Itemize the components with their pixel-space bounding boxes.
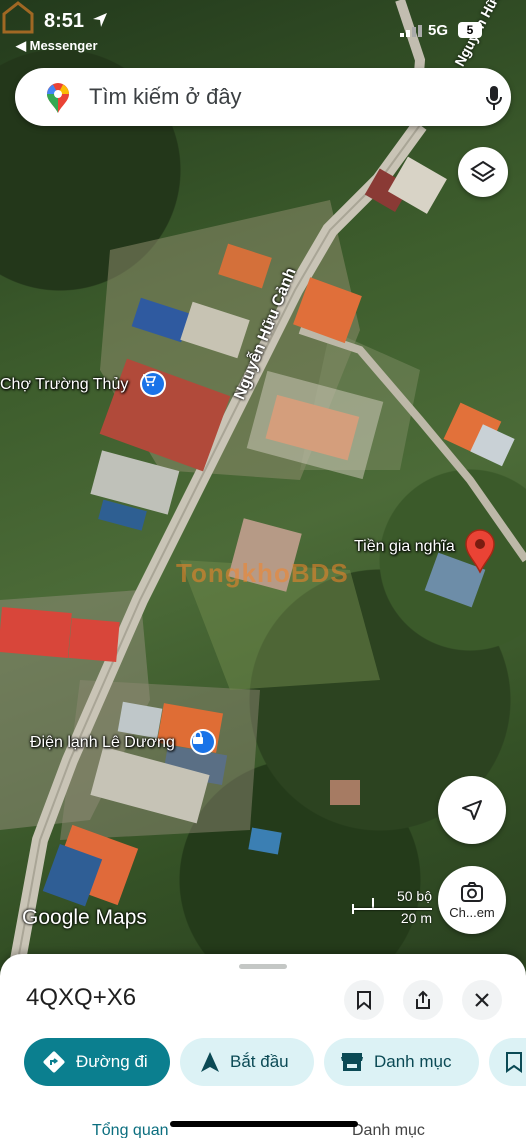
- start-button[interactable]: Bắt đầu: [180, 1038, 314, 1086]
- microphone-icon[interactable]: [485, 85, 503, 111]
- google-maps-attribution: Google Maps: [22, 906, 147, 929]
- bookmark-icon: [357, 991, 371, 1010]
- lock-icon[interactable]: [192, 731, 214, 753]
- navigation-arrow-icon: [462, 800, 482, 820]
- tab-catalog[interactable]: Danh mục: [352, 1122, 425, 1138]
- camera-label: Ch...em: [449, 904, 495, 920]
- tab-overview[interactable]: Tổng quan: [92, 1122, 169, 1138]
- red-pin-icon[interactable]: [464, 528, 496, 574]
- layers-button[interactable]: [458, 147, 508, 197]
- share-button[interactable]: [403, 980, 443, 1020]
- action-chips: Đường đi Bắt đầu Danh mục: [24, 1038, 526, 1086]
- close-button[interactable]: [462, 980, 502, 1020]
- maps-pin-icon: [47, 83, 69, 113]
- camera-icon: [461, 881, 483, 902]
- scale-metric: 20 m: [400, 910, 432, 926]
- signal-icon: [400, 25, 422, 37]
- my-location-button[interactable]: [438, 776, 506, 844]
- layers-icon: [470, 160, 496, 183]
- directions-button[interactable]: Đường đi: [24, 1038, 170, 1086]
- status-bar: 8:51 ◀ Messenger 5G 5: [0, 0, 526, 58]
- place-title: 4QXQ+X6: [26, 984, 137, 1011]
- place-label-tien-gia-nghia[interactable]: Tiền gia nghĩa: [354, 538, 455, 556]
- back-to-messenger[interactable]: ◀ Messenger: [16, 38, 98, 54]
- network-type: 5G: [428, 22, 449, 39]
- navigation-arrow-icon: [201, 1052, 219, 1072]
- sheet-drag-handle[interactable]: [239, 964, 287, 969]
- save-chip[interactable]: [489, 1038, 526, 1086]
- start-label: Bắt đầu: [230, 1052, 289, 1071]
- scale-imperial: 50 bộ: [396, 888, 432, 904]
- close-icon: [475, 993, 489, 1007]
- place-label-cho-truong-thuy[interactable]: Chợ Trường Thủy: [0, 376, 128, 394]
- status-time: 8:51: [44, 10, 85, 32]
- location-arrow-icon: [93, 13, 107, 27]
- place-bottom-sheet[interactable]: 4QXQ+X6 Đường đi Bắt đầu Danh mục Tổng q…: [0, 954, 526, 1138]
- save-button[interactable]: [344, 980, 384, 1020]
- map-scale: 50 bộ 20 m: [352, 886, 432, 932]
- directions-icon: [43, 1051, 65, 1073]
- directions-label: Đường đi: [76, 1052, 148, 1071]
- catalog-label: Danh mục: [374, 1052, 452, 1071]
- store-icon: [341, 1053, 363, 1071]
- place-label-dien-lanh-le-duong[interactable]: Điện lạnh Lê Dương: [30, 734, 175, 752]
- bookmark-icon: [506, 1052, 522, 1073]
- watermark-text: TongkhoBDS: [176, 558, 349, 588]
- catalog-button[interactable]: Danh mục: [324, 1038, 479, 1086]
- battery-icon: 5: [458, 22, 482, 38]
- home-indicator[interactable]: [170, 1121, 358, 1127]
- shopping-cart-icon[interactable]: [142, 373, 164, 395]
- camera-search-button[interactable]: Ch...em: [438, 866, 506, 934]
- search-bar[interactable]: Tìm kiếm ở đây: [15, 68, 511, 126]
- search-placeholder[interactable]: Tìm kiếm ở đây: [89, 84, 242, 110]
- share-icon: [416, 990, 430, 1009]
